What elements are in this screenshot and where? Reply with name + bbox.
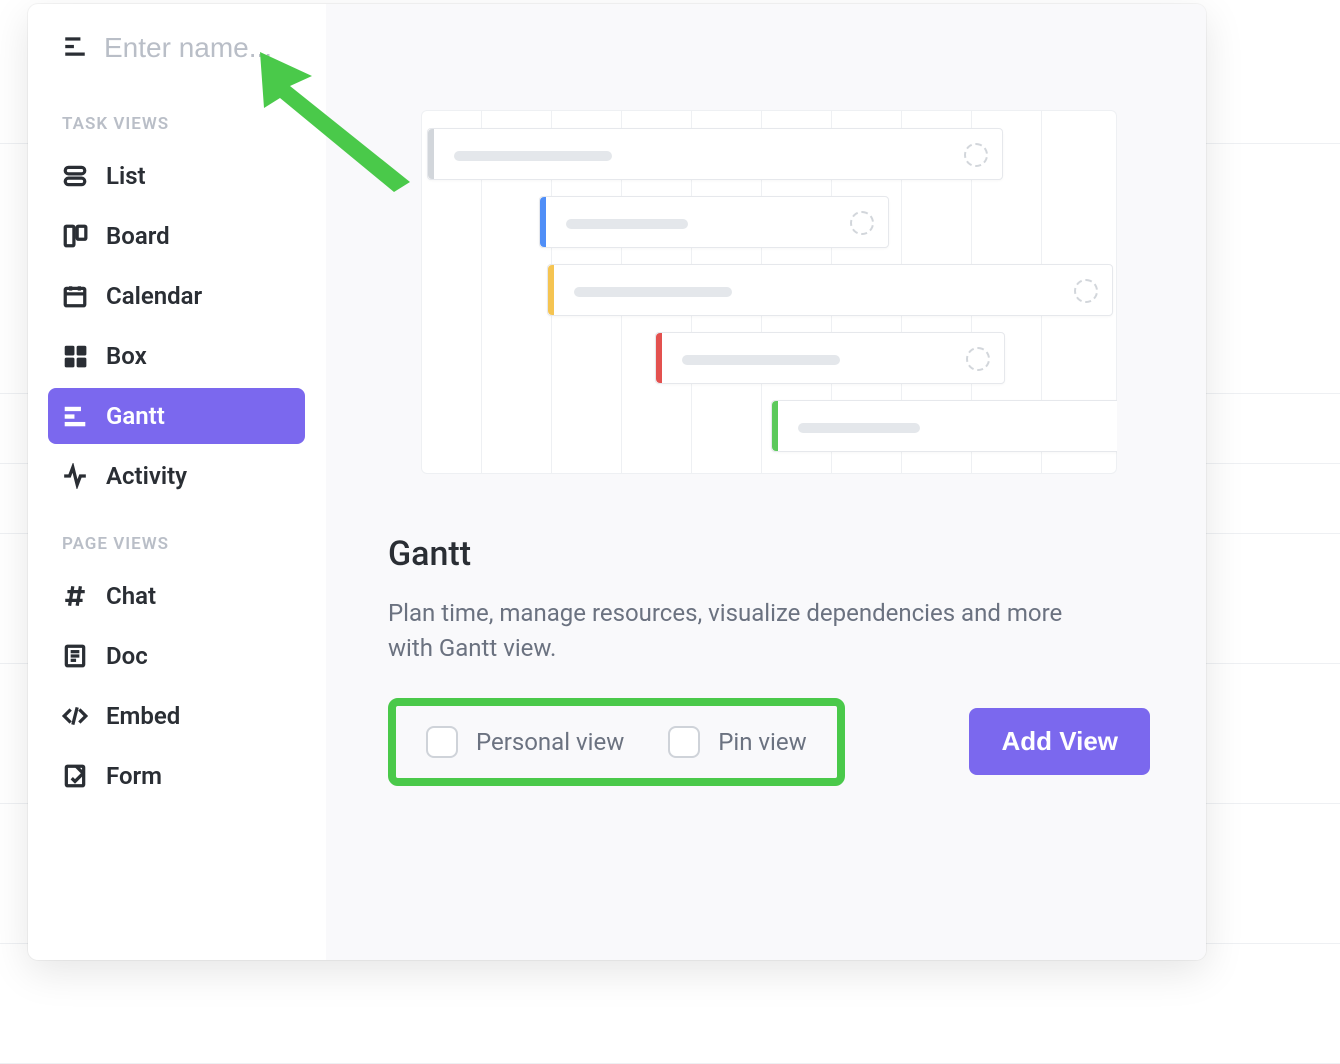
embed-icon — [62, 703, 88, 729]
box-icon — [62, 343, 88, 369]
options-highlight: Personal view Pin view — [388, 698, 845, 786]
sidebar-item-doc[interactable]: Doc — [48, 628, 305, 684]
sidebar-item-embed[interactable]: Embed — [48, 688, 305, 744]
activity-icon — [62, 463, 88, 489]
view-detail-description: Plan time, manage resources, visualize d… — [388, 596, 1108, 666]
view-detail-pane: Gantt Plan time, manage resources, visua… — [326, 4, 1206, 960]
sidebar-item-label: List — [106, 162, 146, 190]
sidebar-item-label: Activity — [106, 462, 187, 490]
sidebar-item-list[interactable]: List — [48, 148, 305, 204]
personal-view-label: Personal view — [476, 728, 624, 756]
view-name-input[interactable] — [104, 32, 291, 64]
views-sidebar: TASK VIEWS List Board Calendar Box — [28, 4, 326, 960]
gantt-icon — [62, 33, 88, 63]
board-icon — [62, 223, 88, 249]
sidebar-item-label: Gantt — [106, 402, 165, 430]
sidebar-item-label: Box — [106, 342, 147, 370]
sidebar-item-chat[interactable]: Chat — [48, 568, 305, 624]
sidebar-item-activity[interactable]: Activity — [48, 448, 305, 504]
list-icon — [62, 163, 88, 189]
page-views-heading: PAGE VIEWS — [28, 508, 325, 564]
gantt-preview — [421, 110, 1117, 474]
calendar-icon — [62, 283, 88, 309]
add-view-button[interactable]: Add View — [969, 708, 1150, 775]
doc-icon — [62, 643, 88, 669]
add-view-panel: TASK VIEWS List Board Calendar Box — [28, 4, 1206, 960]
task-views-heading: TASK VIEWS — [28, 88, 325, 144]
sidebar-item-box[interactable]: Box — [48, 328, 305, 384]
personal-view-checkbox[interactable] — [426, 726, 458, 758]
sidebar-item-label: Embed — [106, 702, 180, 730]
view-detail-title: Gantt — [388, 534, 1150, 574]
sidebar-item-label: Board — [106, 222, 170, 250]
sidebar-item-label: Doc — [106, 642, 148, 670]
pin-view-label: Pin view — [718, 728, 806, 756]
form-icon — [62, 763, 88, 789]
sidebar-item-board[interactable]: Board — [48, 208, 305, 264]
sidebar-item-label: Chat — [106, 582, 156, 610]
sidebar-item-label: Form — [106, 762, 162, 790]
gantt-icon — [62, 403, 88, 429]
sidebar-item-form[interactable]: Form — [48, 748, 305, 804]
sidebar-item-calendar[interactable]: Calendar — [48, 268, 305, 324]
hash-icon — [62, 583, 88, 609]
sidebar-item-gantt[interactable]: Gantt — [48, 388, 305, 444]
sidebar-item-label: Calendar — [106, 282, 202, 310]
pin-view-checkbox[interactable] — [668, 726, 700, 758]
